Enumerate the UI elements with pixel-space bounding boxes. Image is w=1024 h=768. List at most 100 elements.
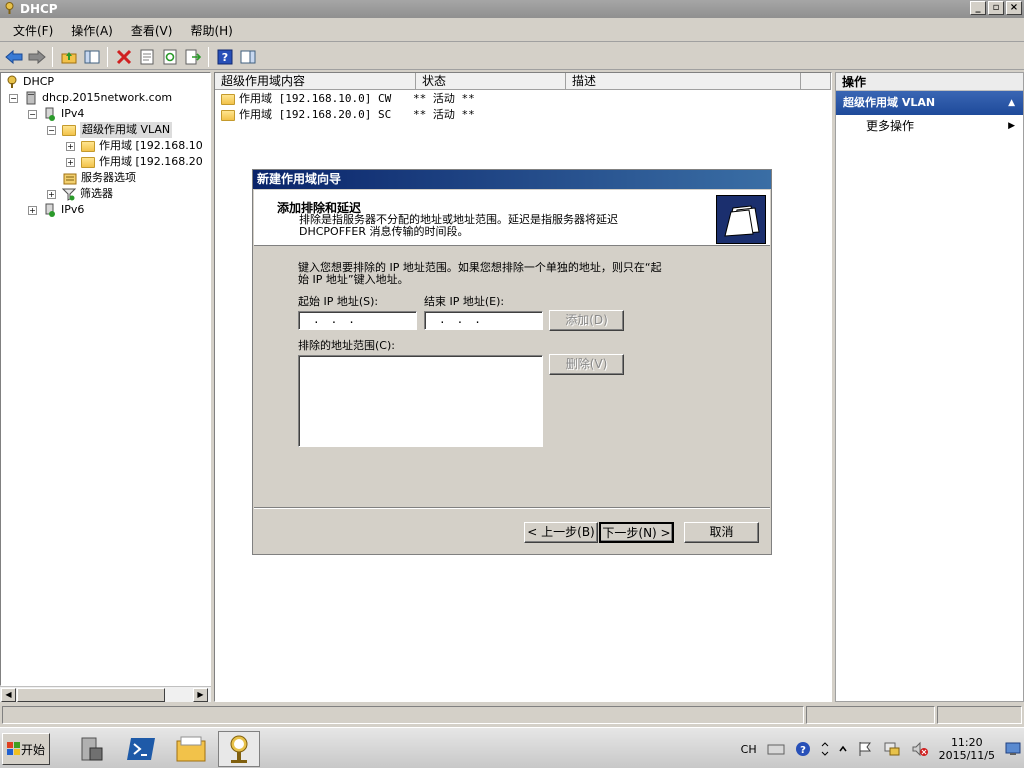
excluded-range-label: 排除的地址范围(C): bbox=[298, 339, 395, 352]
actions-selected-item[interactable]: 超级作用域 VLAN ▲ bbox=[836, 91, 1023, 115]
scroll-right-button[interactable]: ▶ bbox=[193, 688, 208, 702]
scroll-thumb[interactable] bbox=[17, 688, 165, 702]
server-options-icon bbox=[63, 173, 77, 185]
expand-toggle[interactable]: + bbox=[66, 141, 75, 151]
export-list-button[interactable] bbox=[182, 46, 203, 67]
tree-item-ipv4[interactable]: − IPv4 bbox=[28, 106, 84, 122]
new-scope-wizard-dialog: 新建作用域向导 添加排除和延迟 排除是指服务器不分配的地址或地址范围。延迟是指服… bbox=[252, 169, 772, 555]
tree-horizontal-scrollbar[interactable]: ◀ ▶ bbox=[0, 686, 211, 702]
help-icon: ? bbox=[217, 49, 232, 64]
tree-label: DHCP bbox=[23, 75, 55, 88]
delete-button[interactable] bbox=[113, 46, 134, 67]
show-desktop-icon[interactable] bbox=[1005, 742, 1021, 756]
toolbar-separator bbox=[107, 46, 108, 67]
menu-view[interactable]: 查看(V) bbox=[122, 22, 182, 39]
svg-text:?: ? bbox=[221, 51, 227, 64]
menu-bar: 文件(F) 操作(A) 查看(V) 帮助(H) bbox=[0, 20, 1024, 42]
row-status: ** 活动 ** bbox=[413, 108, 475, 121]
properties-button[interactable] bbox=[136, 46, 157, 67]
window-titlebar: DHCP _ ▫ × bbox=[0, 0, 1024, 18]
action-center-flag-icon[interactable] bbox=[857, 741, 873, 757]
expand-toggle[interactable]: + bbox=[28, 205, 37, 215]
back-button[interactable] bbox=[3, 46, 24, 67]
volume-muted-icon[interactable] bbox=[911, 741, 929, 757]
table-row[interactable]: 作用域 [192.168.10.0] CW ** 活动 ** bbox=[221, 91, 475, 107]
folder-icon bbox=[221, 93, 235, 105]
expand-toggle[interactable]: + bbox=[47, 189, 56, 199]
start-label: 开始 bbox=[20, 742, 45, 757]
tree-label: dhcp.2015network.com bbox=[42, 91, 173, 104]
back-button[interactable]: < 上一步(B) bbox=[524, 522, 598, 543]
dhcp-app-icon bbox=[5, 2, 14, 14]
show-hide-action-button[interactable] bbox=[237, 46, 258, 67]
help-button[interactable]: ? bbox=[214, 46, 235, 67]
start-button[interactable]: 开始 bbox=[2, 733, 50, 765]
taskbar-app-dhcp[interactable] bbox=[218, 731, 260, 767]
tree-item-server[interactable]: − dhcp.2015network.com bbox=[9, 90, 172, 106]
menu-action[interactable]: 操作(A) bbox=[62, 22, 122, 39]
help-icon[interactable]: ? bbox=[795, 741, 811, 757]
dialog-divider bbox=[254, 507, 770, 509]
tree-item-dhcp[interactable]: DHCP bbox=[5, 74, 54, 90]
folder-icon bbox=[81, 156, 95, 168]
tree-label: IPv6 bbox=[61, 203, 85, 216]
toolbar: ? bbox=[0, 44, 1024, 70]
close-button[interactable]: × bbox=[1006, 1, 1022, 15]
console-tree: DHCP − dhcp.2015network.com − IPv4 − 超级作… bbox=[0, 72, 211, 686]
tree-item-scope-20[interactable]: + 作用域 [192.168.20 bbox=[66, 154, 203, 170]
scroll-left-button[interactable]: ◀ bbox=[1, 688, 16, 702]
add-button[interactable]: 添加(D) bbox=[549, 310, 624, 331]
table-row[interactable]: 作用域 [192.168.20.0] SC ** 活动 ** bbox=[221, 107, 475, 123]
tree-item-server-options[interactable]: 服务器选项 bbox=[63, 170, 136, 186]
toolbar-separator bbox=[52, 46, 53, 67]
column-header-status[interactable]: 状态 bbox=[416, 73, 566, 90]
actions-selected-label: 超级作用域 VLAN bbox=[843, 96, 936, 109]
taskbar-app-powershell[interactable] bbox=[120, 731, 162, 767]
forward-button[interactable] bbox=[26, 46, 47, 67]
more-actions-item[interactable]: 更多操作 ▶ bbox=[836, 115, 1023, 137]
expand-toggle[interactable]: + bbox=[66, 157, 75, 167]
delete-range-button[interactable]: 删除(V) bbox=[549, 354, 624, 375]
submenu-arrow-icon: ▶ bbox=[1008, 121, 1015, 131]
tree-item-superscope[interactable]: − 超级作用域 VLAN bbox=[47, 122, 173, 138]
toolbar-separator bbox=[208, 46, 209, 67]
up-folder-button[interactable] bbox=[58, 46, 79, 67]
tree-item-filters[interactable]: + 筛选器 bbox=[47, 186, 113, 202]
collapse-up-icon[interactable]: ▲ bbox=[1008, 91, 1015, 115]
end-ip-input[interactable]: ... bbox=[424, 311, 543, 330]
menu-help[interactable]: 帮助(H) bbox=[181, 22, 241, 39]
dhcp-icon bbox=[7, 75, 17, 88]
actions-header: 操作 bbox=[836, 73, 1023, 91]
back-icon bbox=[4, 49, 22, 64]
taskbar-app-server-manager[interactable] bbox=[70, 731, 112, 767]
tree-item-scope-10[interactable]: + 作用域 [192.168.10 bbox=[66, 138, 203, 154]
tree-item-ipv6[interactable]: + IPv6 bbox=[28, 202, 84, 218]
start-ip-input[interactable]: ... bbox=[298, 311, 417, 330]
filter-icon bbox=[62, 188, 76, 201]
show-hide-tree-button[interactable] bbox=[81, 46, 102, 67]
status-panel bbox=[2, 706, 804, 724]
cancel-button[interactable]: 取消 bbox=[684, 522, 759, 543]
clock[interactable]: 11:20 2015/11/5 bbox=[939, 736, 995, 762]
wizard-subheading: 排除是指服务器不分配的地址或地址范围。延迟是指服务器将延迟 DHCPOFFER … bbox=[299, 214, 679, 238]
show-hidden-icons-icon[interactable] bbox=[838, 744, 847, 754]
column-header-description[interactable]: 描述 bbox=[566, 73, 801, 90]
network-icon[interactable] bbox=[883, 741, 901, 757]
properties-icon bbox=[140, 49, 153, 64]
maximize-button[interactable]: ▫ bbox=[988, 1, 1004, 15]
excluded-range-listbox[interactable] bbox=[298, 355, 543, 447]
keyboard-icon[interactable] bbox=[767, 742, 785, 756]
wizard-header: 添加排除和延迟 排除是指服务器不分配的地址或地址范围。延迟是指服务器将延迟 DH… bbox=[254, 190, 770, 246]
language-indicator[interactable]: CH bbox=[741, 743, 757, 756]
collapse-toggle[interactable]: − bbox=[9, 93, 18, 103]
menu-file[interactable]: 文件(F) bbox=[4, 22, 62, 39]
column-header-content[interactable]: 超级作用域内容 bbox=[215, 73, 416, 90]
taskbar-app-explorer[interactable] bbox=[170, 731, 212, 767]
minimize-button[interactable]: _ bbox=[970, 1, 986, 15]
next-button[interactable]: 下一步(N) > bbox=[599, 522, 674, 543]
collapse-toggle[interactable]: − bbox=[47, 125, 56, 135]
tree-label: 筛选器 bbox=[80, 187, 113, 200]
options-chevron-icon[interactable] bbox=[821, 741, 829, 757]
refresh-button[interactable] bbox=[159, 46, 180, 67]
collapse-toggle[interactable]: − bbox=[28, 109, 37, 119]
